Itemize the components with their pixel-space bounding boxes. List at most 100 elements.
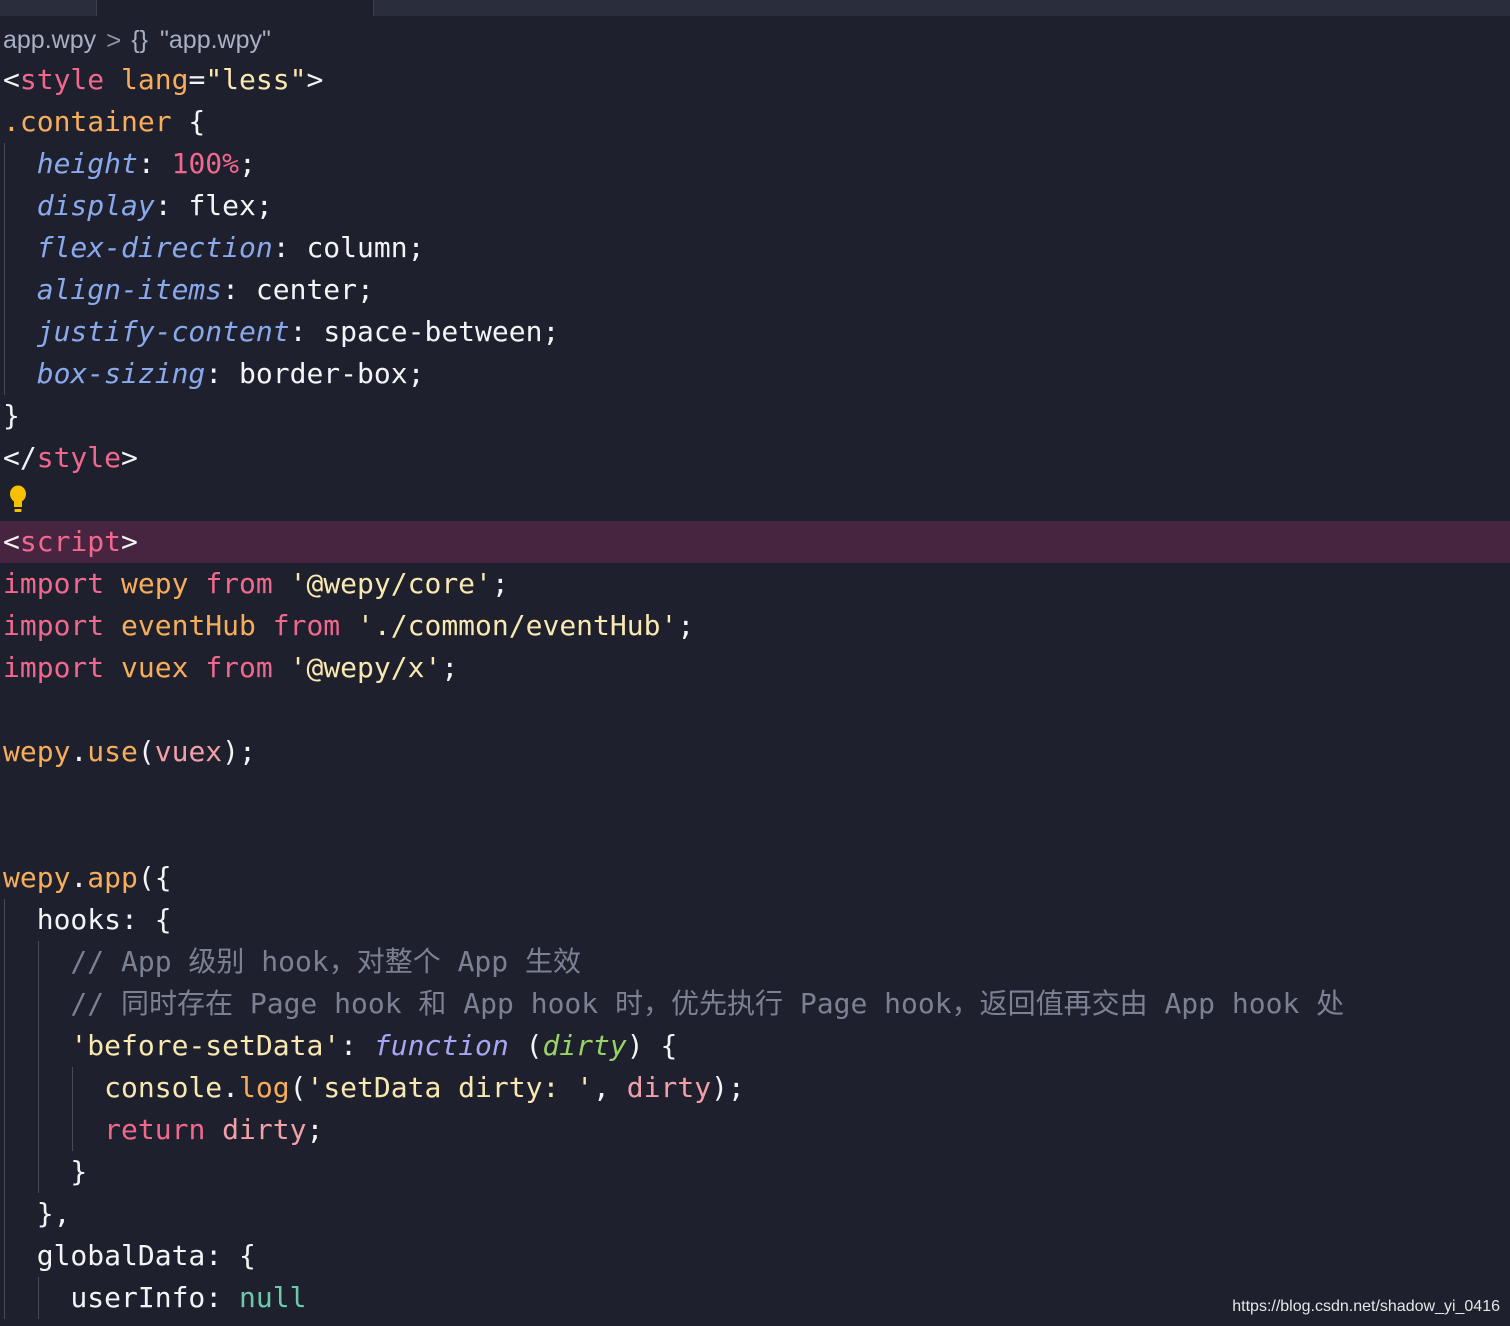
braces-icon: {} [131,25,149,54]
code-token: ( [508,1029,543,1062]
code-token: height [36,147,138,180]
indent-guide [4,1277,5,1319]
code-token: : [205,357,240,390]
indent-guide [38,1025,39,1067]
code-token: < [3,525,20,558]
code-line: height: 100%; [0,143,1510,185]
code-token: script [19,525,122,558]
code-token: return [104,1113,206,1146]
code-line: } [0,1151,1510,1193]
code-token: .container [3,105,172,138]
code-token: log [239,1071,290,1104]
code-token: center [255,273,358,306]
code-token: console [104,1071,223,1104]
code-line: flex-direction: column; [0,227,1510,269]
indent-guide [4,983,5,1025]
code-token: ; [239,147,256,180]
code-token: ; [677,609,695,642]
code-token: from [205,567,273,600]
code-token: dirty [222,1113,307,1146]
code-line: align-items: center; [0,269,1510,311]
code-token: : [272,231,307,264]
code-token: ); [711,1071,745,1104]
code-line: </style> [0,437,1510,479]
code-token: function [373,1029,509,1062]
code-token: "less" [205,63,307,96]
indent-guide [72,1067,73,1109]
code-editor[interactable]: <style lang="less"> .container { height:… [0,59,1510,1319]
indent-guide [4,941,5,983]
code-token: ({ [137,861,172,894]
indent-guide [4,1109,5,1151]
code-token: hooks: { [3,903,172,936]
code-line: 'before-setData': function (dirty) { [0,1025,1510,1067]
code-token: null [239,1281,307,1314]
code-line: wepy.use(vuex); [0,731,1510,773]
code-token: . [222,1071,240,1104]
code-line: hooks: { [0,899,1510,941]
code-line: return dirty; [0,1109,1510,1151]
code-token: > [121,441,138,474]
code-token: lang [121,63,189,96]
code-line: import eventHub from './common/eventHub'… [0,605,1510,647]
code-line: import wepy from '@wepy/core'; [0,563,1510,605]
code-line: }, [0,1193,1510,1235]
code-token: '@wepy/core' [289,567,492,600]
indent-guide [4,311,5,353]
code-line-active: <script> [0,521,1510,563]
lightbulb-icon[interactable] [9,485,27,515]
code-token: vuex [154,735,223,768]
breadcrumb-symbol[interactable]: "app.wpy" [160,26,271,55]
tab-app-wpy[interactable] [96,0,374,16]
code-token: ) { [626,1029,678,1062]
code-token: : [289,315,324,348]
code-token: . [70,735,88,768]
code-token: ; [357,273,374,306]
indent-guide [4,269,5,311]
code-line: .container { [0,101,1510,143]
code-token: align-items [36,273,223,306]
code-token: import [3,567,105,600]
code-token: } [3,1155,88,1188]
code-line: wepy.app({ [0,857,1510,899]
code-line: justify-content: space-between; [0,311,1510,353]
code-token: flex [188,189,256,222]
code-line: // 同时存在 Page hook 和 App hook 时，优先执行 Page… [0,983,1510,1025]
code-token: import [3,609,105,642]
code-token: app [87,861,138,894]
code-line [0,479,1510,521]
chevron-right-icon: > [106,24,122,55]
code-token: 'setData dirty: ' [306,1071,594,1104]
code-token: ; [255,189,273,222]
code-token: wepy [121,567,189,600]
code-token: }, [3,1197,71,1230]
code-token: space-between [323,315,543,348]
watermark: https://blog.csdn.net/shadow_yi_0416 [1232,1298,1500,1315]
code-token: : [340,1029,374,1062]
code-token: ; [491,567,509,600]
code-line: import vuex from '@wepy/x'; [0,647,1510,689]
indent-guide [38,1067,39,1109]
indent-guide [38,1151,39,1193]
code-token: 100% [171,147,240,180]
breadcrumb-file[interactable]: app.wpy [3,26,96,55]
indent-guide [72,1109,73,1151]
indent-guide [4,1067,5,1109]
indent-guide [4,353,5,395]
code-token: column [306,231,408,264]
